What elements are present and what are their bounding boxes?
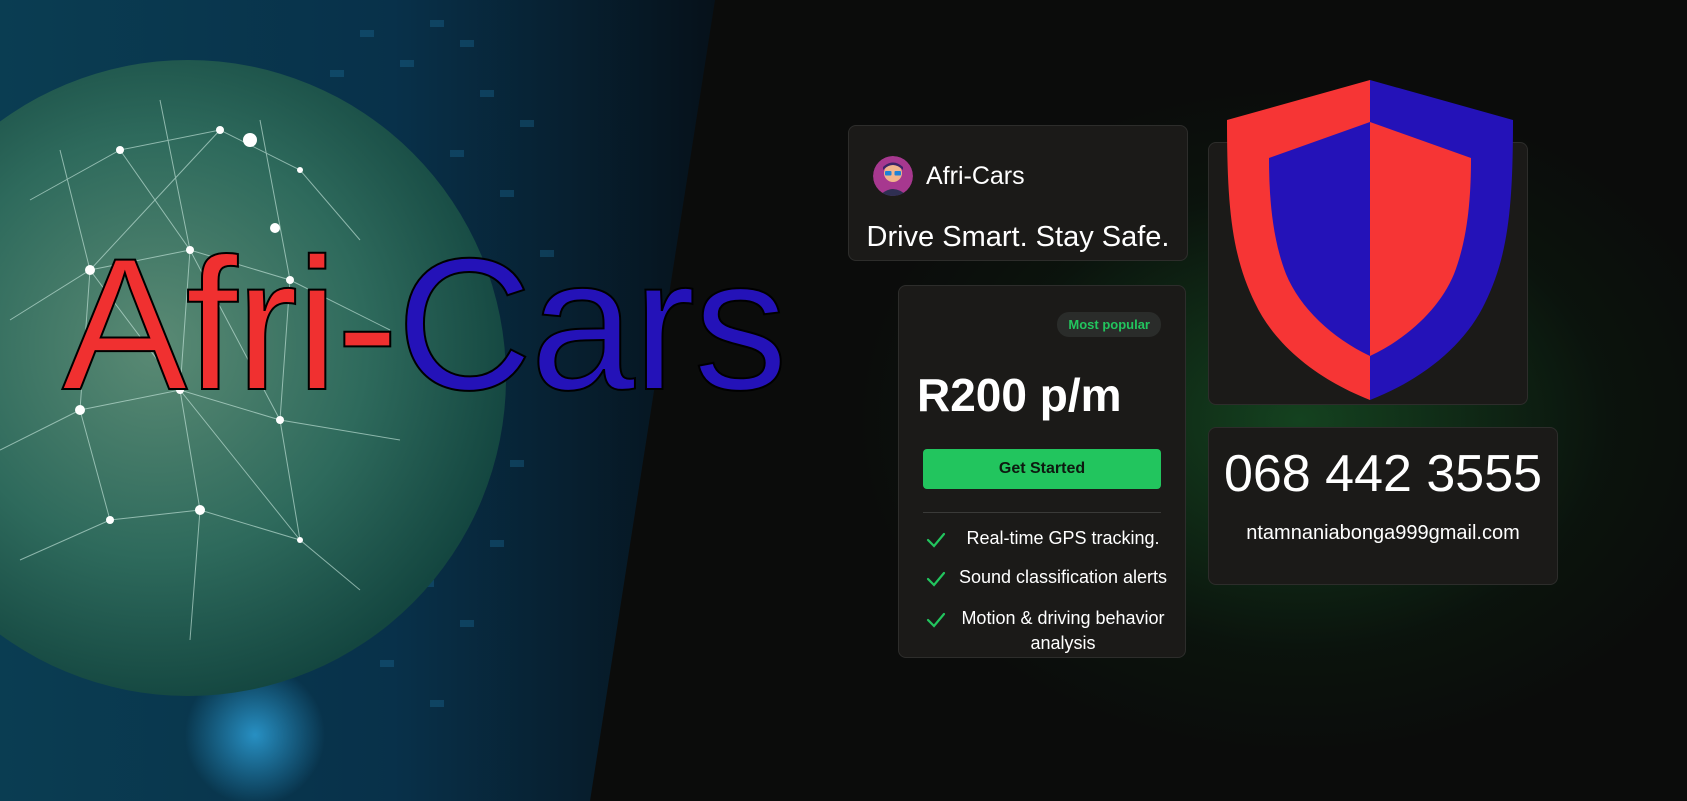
pricing-card: Most popular R200 p/m Get Started Real-t…: [898, 285, 1186, 658]
brand-name: Afri-Cars: [926, 162, 1025, 190]
tagline: Drive Smart. Stay Safe.: [866, 221, 1170, 253]
check-icon: [926, 571, 946, 587]
feature-item: Sound classification alerts: [923, 565, 1177, 590]
feature-item: Motion & driving behavior analysis: [923, 606, 1177, 656]
email-address: ntamnaniabonga999gmail.com: [1246, 522, 1520, 544]
hero-title-afri: Afri-: [61, 219, 400, 429]
feature-label: Sound classification alerts: [958, 567, 1168, 587]
popular-badge: Most popular: [1057, 312, 1161, 337]
check-icon: [926, 612, 946, 628]
shield-icon: [1227, 80, 1513, 400]
avatar: [873, 156, 913, 196]
phone-number: 068 442 3555: [1223, 445, 1543, 503]
divider: [923, 512, 1161, 513]
contact-card: 068 442 3555 ntamnaniabonga999gmail.com: [1208, 427, 1558, 585]
brand-card: Afri-Cars Drive Smart. Stay Safe.: [848, 125, 1188, 261]
get-started-button[interactable]: Get Started: [923, 449, 1161, 489]
hero-title-cars: Cars: [396, 219, 789, 429]
hero-title: Afri-Cars: [61, 229, 789, 419]
check-icon: [926, 532, 946, 548]
price: R200 p/m: [917, 369, 1122, 421]
feature-label: Motion & driving behavior analysis: [961, 608, 1165, 653]
feature-label: Real-time GPS tracking.: [966, 528, 1160, 548]
feature-item: Real-time GPS tracking.: [923, 526, 1177, 551]
